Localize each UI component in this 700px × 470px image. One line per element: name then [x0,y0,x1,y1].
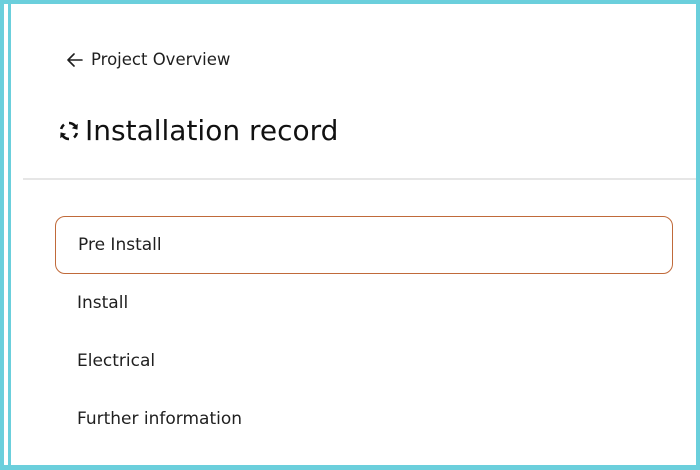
step-list: Pre Install Install Electrical Further i… [55,216,673,448]
page-title: Installation record [57,114,338,147]
step-label: Install [77,293,129,313]
step-item-further-information[interactable]: Further information [55,390,673,448]
page-title-text: Installation record [85,114,339,147]
step-label: Pre Install [78,235,162,255]
back-to-project-overview-link[interactable]: Project Overview [67,50,230,69]
header-divider [23,178,696,180]
arrow-left-icon [67,52,83,67]
back-link-label: Project Overview [91,50,231,69]
step-item-electrical[interactable]: Electrical [55,332,673,390]
step-label: Electrical [77,351,156,371]
page-content: Project Overview Installation record Pre… [11,4,696,465]
step-item-install[interactable]: Install [55,274,673,332]
sync-icon [59,121,79,140]
step-label: Further information [77,409,243,429]
step-item-pre-install[interactable]: Pre Install [55,216,673,274]
